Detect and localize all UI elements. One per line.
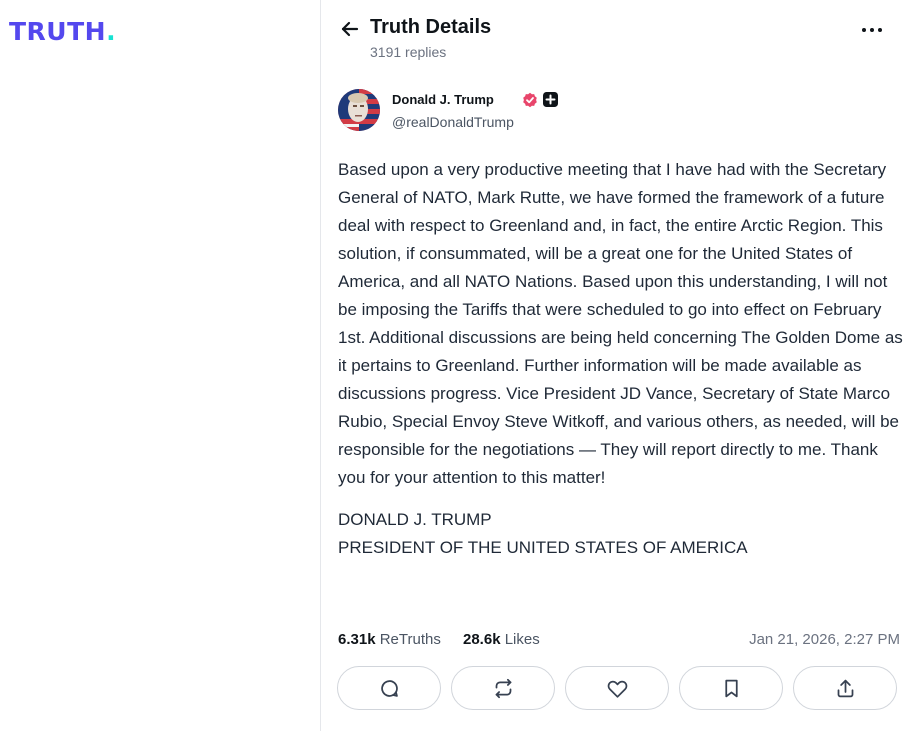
replies-count: 3191 replies <box>370 44 447 60</box>
share-button[interactable] <box>793 666 897 710</box>
post-signature: DONALD J. TRUMP PRESIDENT OF THE UNITED … <box>338 510 748 557</box>
likes-stat[interactable]: 28.6k Likes <box>463 631 540 648</box>
post-content: Based upon a very productive meeting tha… <box>338 156 904 562</box>
bookmark-button[interactable] <box>679 666 783 710</box>
retruths-label: ReTruths <box>379 631 441 648</box>
more-horizontal-icon <box>862 28 882 32</box>
post-timestamp[interactable]: Jan 21, 2026, 2:27 PM <box>749 631 900 648</box>
post-author: Donald J. Trump @realDonaldTrump <box>338 89 898 133</box>
bookmark-icon <box>724 679 738 697</box>
avatar-image <box>338 89 380 131</box>
reply-button[interactable] <box>337 666 441 710</box>
logo-dot: . <box>106 17 117 46</box>
verified-badge-icon <box>523 92 537 108</box>
like-button[interactable] <box>565 666 669 710</box>
truth-plus-icon <box>543 92 558 107</box>
comment-icon <box>380 679 398 697</box>
likes-label: Likes <box>504 631 540 648</box>
author-handle[interactable]: @realDonaldTrump <box>392 114 514 130</box>
heart-icon <box>607 680 627 698</box>
logo-text: TRUTH <box>9 17 107 46</box>
post-stats: 6.31k ReTruths 28.6k Likes Jan 21, 2026,… <box>338 631 900 651</box>
page-header: Truth Details 3191 replies <box>322 0 924 72</box>
main-column: Truth Details 3191 replies Donald J. Tru… <box>322 0 924 731</box>
back-button[interactable] <box>338 17 362 41</box>
page-title: Truth Details <box>370 16 492 38</box>
retruth-button[interactable] <box>451 666 555 710</box>
left-sidebar: TRUTH. <box>0 0 321 731</box>
post-actions <box>337 666 899 710</box>
post-paragraph: Based upon a very productive meeting tha… <box>338 160 903 487</box>
retruth-icon <box>495 678 511 698</box>
more-options-button[interactable] <box>856 18 888 42</box>
avatar[interactable] <box>338 89 380 131</box>
truth-logo[interactable]: TRUTH. <box>9 17 116 46</box>
retruths-stat[interactable]: 6.31k ReTruths <box>338 631 441 648</box>
author-name[interactable]: Donald J. Trump <box>392 92 494 107</box>
arrow-left-icon <box>341 21 359 37</box>
share-icon <box>837 679 853 697</box>
retruths-count: 6.31k <box>338 631 376 648</box>
likes-count: 28.6k <box>463 631 501 648</box>
